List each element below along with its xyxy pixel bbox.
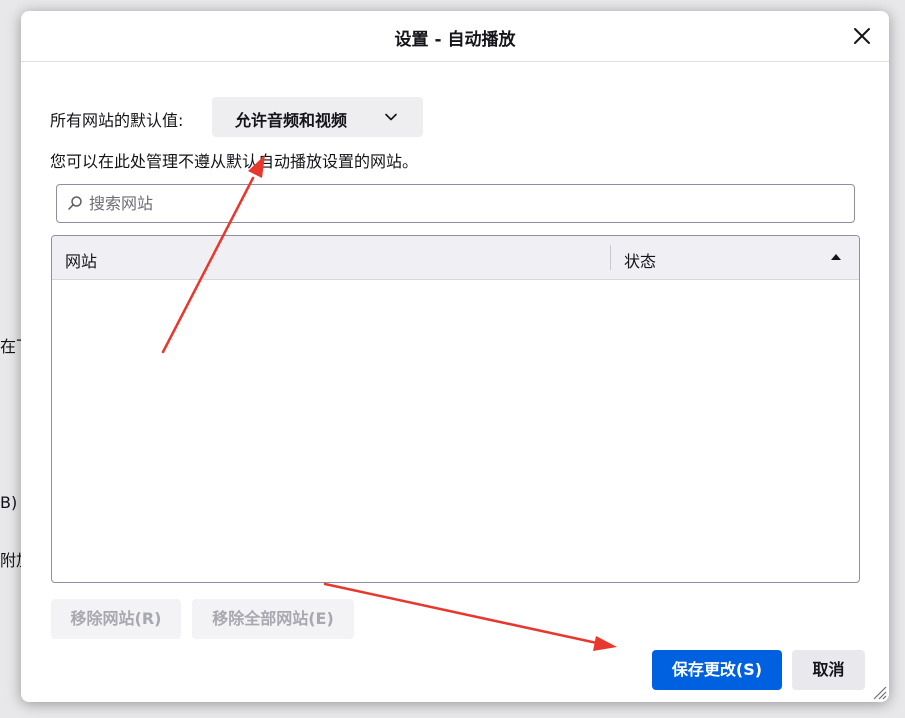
resize-grip-icon[interactable] (871, 684, 887, 700)
default-setting-label: 所有网站的默认值: (50, 111, 184, 130)
sites-table: 网站 状态 (51, 235, 860, 583)
chevron-down-icon (385, 113, 397, 121)
search-box (56, 184, 855, 223)
search-icon (68, 196, 82, 210)
search-input[interactable] (89, 185, 839, 222)
column-header-site[interactable]: 网站 (65, 248, 97, 272)
table-body (52, 280, 859, 582)
dialog-header: 设置 - 自动播放 (21, 11, 889, 62)
save-changes-button[interactable]: 保存更改(S) (652, 650, 782, 690)
column-header-status[interactable]: 状态 (624, 248, 656, 272)
remove-all-sites-button[interactable]: 移除全部网站(E) (192, 599, 354, 639)
close-icon (854, 28, 870, 44)
column-divider[interactable] (610, 245, 611, 270)
table-header: 网站 状态 (52, 236, 859, 280)
remove-site-button[interactable]: 移除网站(R) (51, 599, 181, 639)
default-autoplay-value: 允许音频和视频 (235, 111, 348, 130)
cancel-button[interactable]: 取消 (792, 650, 865, 690)
description-text: 您可以在此处管理不遵从默认自动播放设置的网站。 (50, 152, 419, 171)
default-autoplay-select[interactable]: 允许音频和视频 (212, 97, 423, 137)
close-button[interactable] (847, 21, 877, 51)
dialog-title: 设置 - 自动播放 (394, 30, 516, 50)
sort-ascending-icon[interactable] (830, 253, 842, 261)
autoplay-settings-dialog: 设置 - 自动播放 所有网站的默认值: 允许音频和视频 您可以在此处管理不遵从默… (21, 11, 889, 702)
